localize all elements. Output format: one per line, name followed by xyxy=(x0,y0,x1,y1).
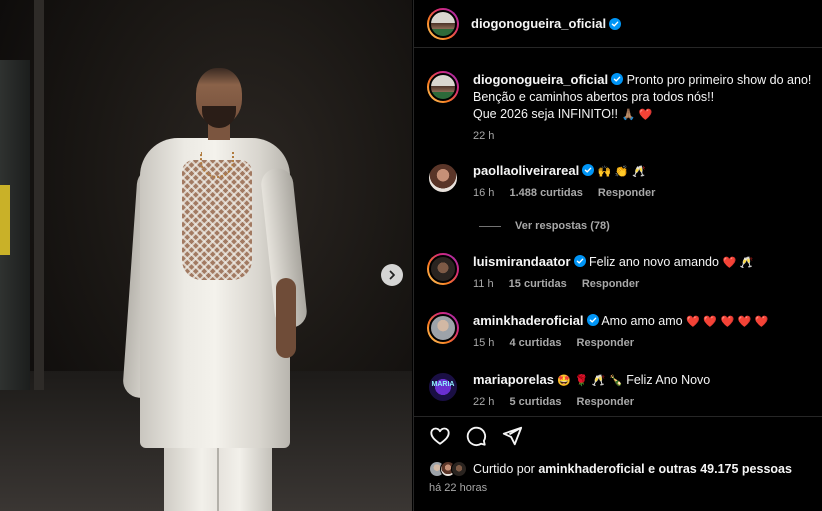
comment-like-count[interactable]: 5 curtidas xyxy=(509,396,561,408)
post-footer: Curtido por aminkhaderoficial e outras 4… xyxy=(414,416,822,511)
commenter-avatar[interactable] xyxy=(427,162,459,194)
reply-button[interactable]: Responder xyxy=(577,337,634,349)
caption-avatar[interactable] xyxy=(427,71,459,103)
photo-background-post xyxy=(34,0,44,390)
comment-text: Amo amo amo xyxy=(601,314,683,328)
commenter-avatar[interactable] xyxy=(427,253,459,285)
heart-icon[interactable] xyxy=(429,425,451,447)
comment-item: aminkhaderoficial Amo amo amo ❤️ ❤️ ❤️ ❤… xyxy=(427,312,817,350)
liked-by-row[interactable]: Curtido por aminkhaderoficial e outras 4… xyxy=(429,461,792,477)
view-replies-button[interactable]: Ver respostas (78) xyxy=(479,220,610,232)
photo-background-object xyxy=(0,185,10,255)
post-photo[interactable] xyxy=(0,0,412,511)
comment-username[interactable]: mariaporelas xyxy=(473,372,554,387)
liked-by-prefix: Curtido por xyxy=(473,462,535,476)
comments-list[interactable]: diogonogueira_oficial Pronto pro primeir… xyxy=(414,49,822,416)
comment-item: paollaoliveirareal 🙌 👏 🥂 16 h 1.488 curt… xyxy=(427,162,817,200)
reply-button[interactable]: Responder xyxy=(598,187,655,199)
comment-text: 🙌 👏 🥂 xyxy=(597,165,646,178)
reply-button[interactable]: Responder xyxy=(582,278,639,290)
caption-username[interactable]: diogonogueira_oficial xyxy=(473,72,608,87)
post-header: diogonogueira_oficial xyxy=(414,0,822,48)
liked-by-user[interactable]: aminkhaderoficial xyxy=(538,462,644,476)
comment-item: MARIA mariaporelas 🤩 🌹 🥂 🍾 Feliz Ano Nov… xyxy=(427,371,817,409)
verified-badge-icon xyxy=(582,164,595,176)
comment-emoji: 🤩 🌹 🥂 🍾 xyxy=(557,374,623,387)
verified-badge-icon xyxy=(573,255,586,267)
comment-username[interactable]: aminkhaderoficial xyxy=(473,313,584,328)
chevron-right-icon xyxy=(389,270,395,280)
comment-like-count[interactable]: 15 curtidas xyxy=(509,278,567,290)
comment-like-count[interactable]: 1.488 curtidas xyxy=(509,187,582,199)
comment-emoji: ❤️ 🥂 xyxy=(722,256,754,269)
author-username[interactable]: diogonogueira_oficial xyxy=(471,16,606,31)
comment-icon[interactable] xyxy=(465,425,487,447)
caption-line-1: Pronto pro primeiro show do ano! xyxy=(626,73,812,87)
caption-emoji: 🙏🏽 ❤️ xyxy=(621,108,653,121)
avatar-logo-text: MARIA xyxy=(431,381,455,388)
view-replies-line xyxy=(479,225,501,227)
verified-badge-icon xyxy=(611,73,624,85)
comment-text: Feliz ano novo amando xyxy=(589,255,719,269)
comment-username[interactable]: luismirandaator xyxy=(473,254,571,269)
author-avatar[interactable] xyxy=(427,7,459,40)
caption-line-3: Que 2026 seja INFINITO!! xyxy=(473,107,618,121)
comment-text: Feliz Ano Novo xyxy=(626,373,711,387)
comment-like-count[interactable]: 4 curtidas xyxy=(509,337,561,349)
liked-by-avatars xyxy=(429,461,467,477)
photo-person xyxy=(122,68,309,511)
comment-username[interactable]: paollaoliveirareal xyxy=(473,163,579,178)
photo-person-mesh-top xyxy=(182,160,252,280)
commenter-avatar[interactable]: MARIA xyxy=(427,371,459,403)
comment-emoji: ❤️ ❤️ ❤️ ❤️ ❤️ xyxy=(686,315,769,328)
verified-badge-icon xyxy=(586,314,599,326)
post-timestamp[interactable]: há 22 horas xyxy=(429,482,487,494)
post-actions xyxy=(429,425,523,447)
comment-item: luismirandaator Feliz ano novo amando ❤️… xyxy=(427,253,817,291)
reply-button[interactable]: Responder xyxy=(577,396,634,408)
photo-person-hand xyxy=(276,278,296,358)
caption-age[interactable]: 22 h xyxy=(473,130,494,142)
comment-age[interactable]: 11 h xyxy=(473,278,494,290)
view-replies-label: Ver respostas (78) xyxy=(515,220,610,232)
liker-avatar xyxy=(451,461,467,477)
commenter-avatar[interactable] xyxy=(427,312,459,344)
comment-age[interactable]: 16 h xyxy=(473,187,494,199)
comment-age[interactable]: 15 h xyxy=(473,337,494,349)
comment-age[interactable]: 22 h xyxy=(473,396,494,408)
caption-line-2: Benção e caminhos abertos pra todos nós!… xyxy=(473,90,715,104)
liked-by-count[interactable]: e outras 49.175 pessoas xyxy=(648,462,792,476)
caption-item: diogonogueira_oficial Pronto pro primeir… xyxy=(427,71,817,143)
verified-badge-icon xyxy=(609,17,622,30)
post-details-panel: diogonogueira_oficial diogonogueira_ofic… xyxy=(413,0,822,511)
next-photo-button[interactable] xyxy=(381,264,403,286)
share-icon[interactable] xyxy=(501,425,523,447)
